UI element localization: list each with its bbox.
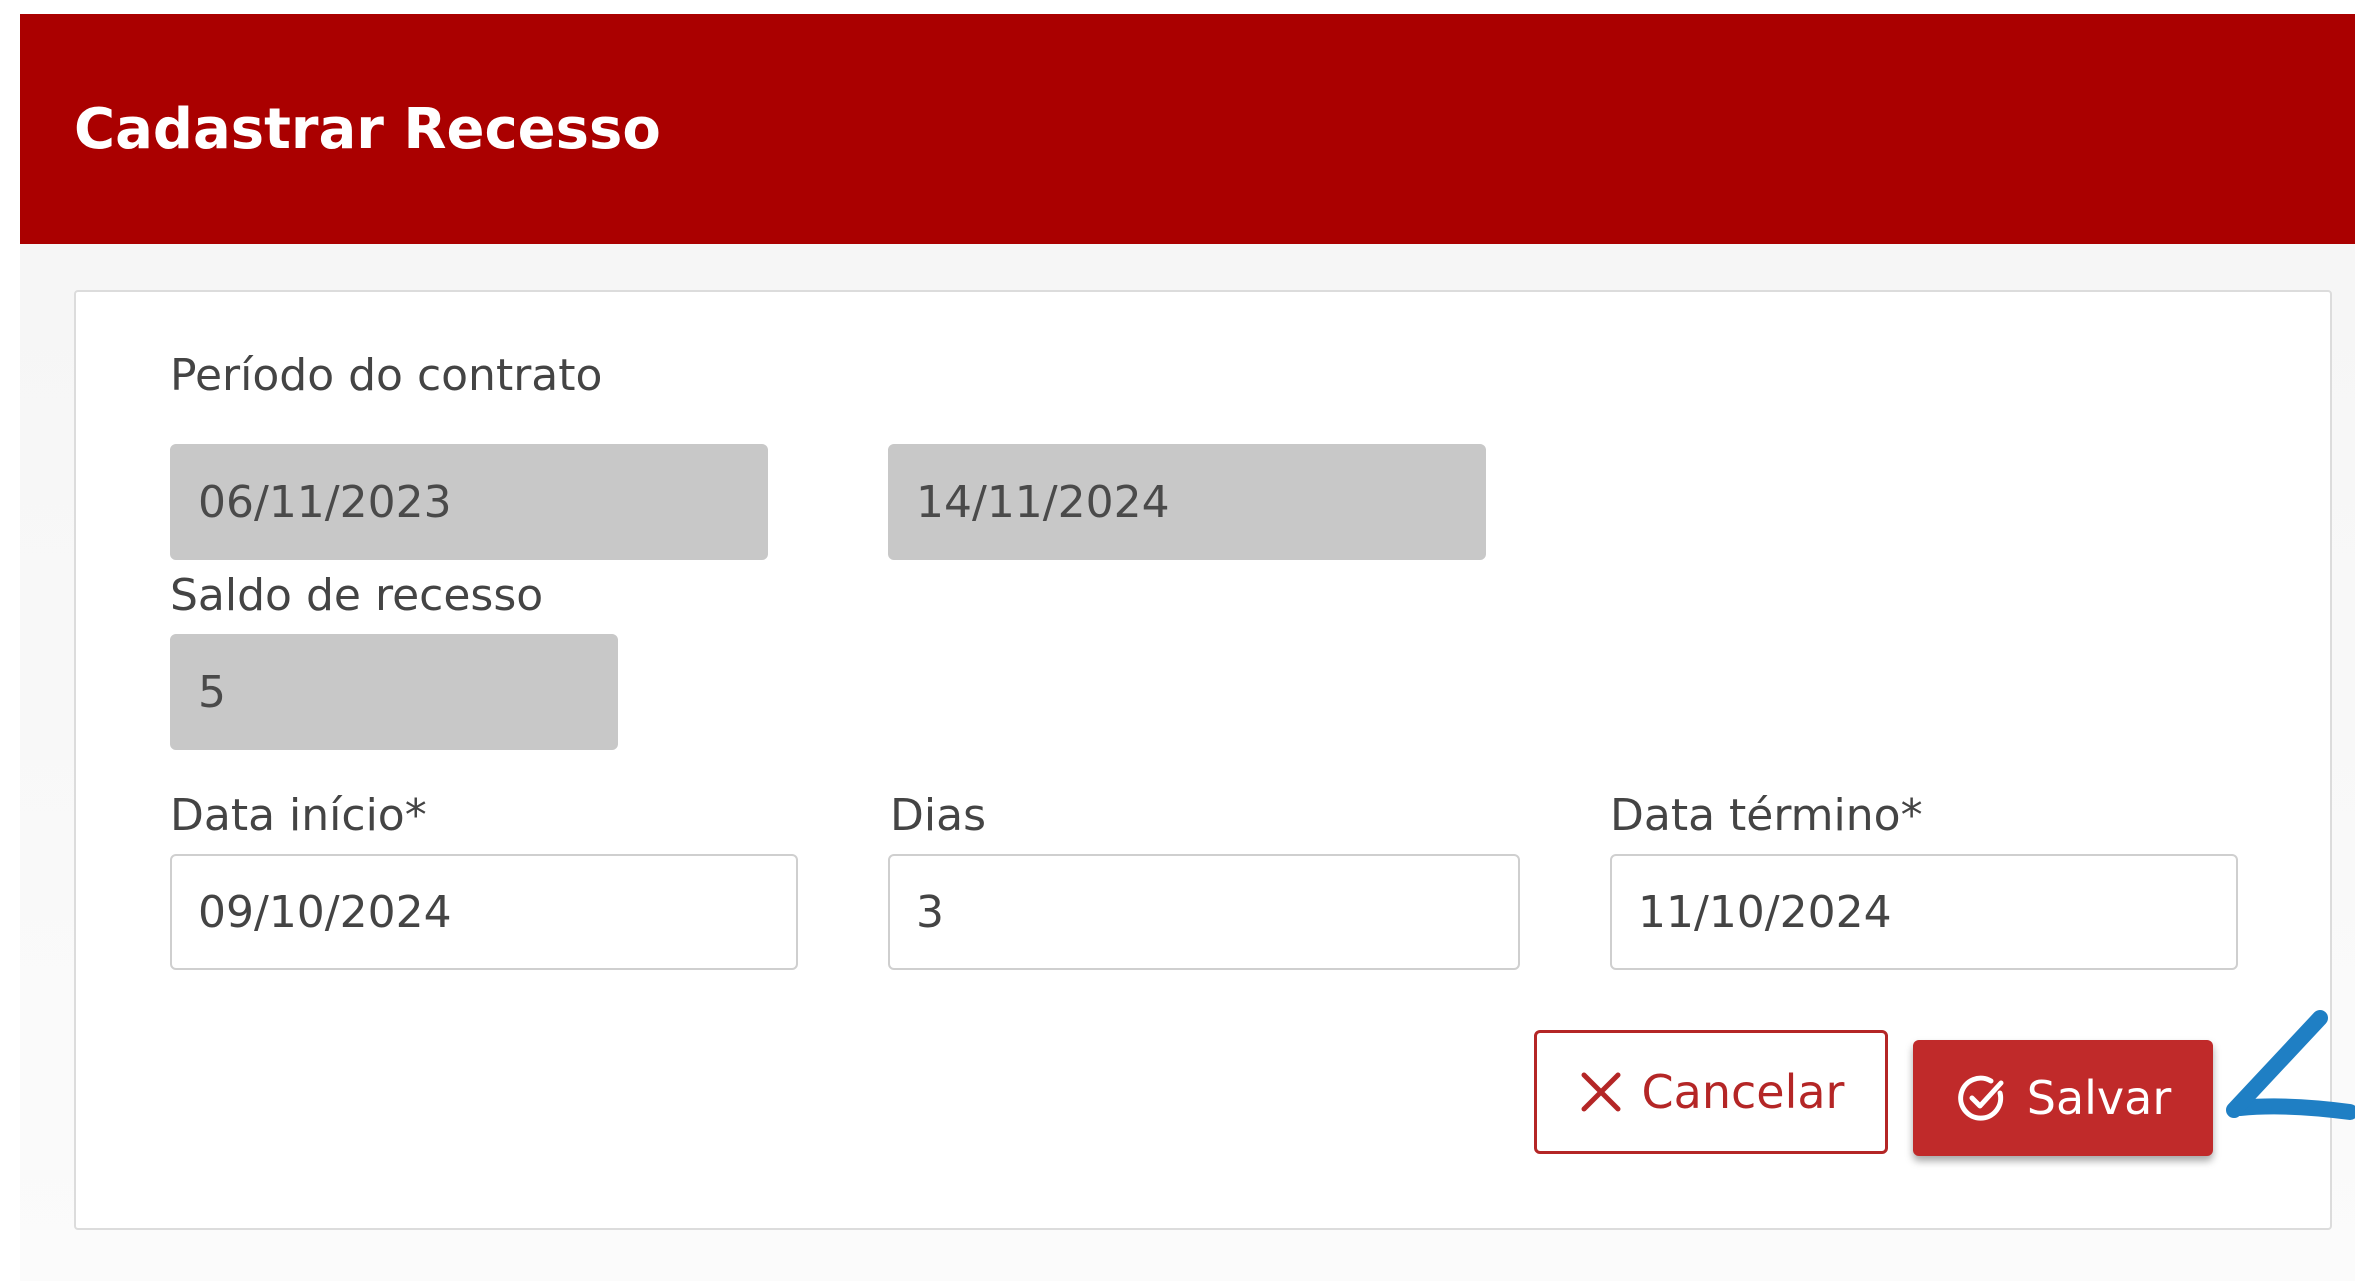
cancel-button-label: Cancelar: [1641, 1065, 1845, 1119]
days-input[interactable]: 3: [888, 854, 1520, 970]
save-button-label: Salvar: [2026, 1071, 2172, 1125]
close-icon: [1578, 1069, 1624, 1115]
start-date-label: Data início*: [170, 790, 427, 841]
check-circle-icon: [1955, 1071, 2009, 1125]
save-button[interactable]: Salvar: [1913, 1040, 2213, 1156]
cancel-button[interactable]: Cancelar: [1534, 1030, 1888, 1154]
page-header: Cadastrar Recesso: [20, 14, 2355, 244]
recess-balance-label: Saldo de recesso: [170, 570, 544, 621]
recess-balance-field: 5: [170, 634, 618, 750]
contract-start-field: 06/11/2023: [170, 444, 768, 560]
contract-end-field: 14/11/2024: [888, 444, 1486, 560]
page-title: Cadastrar Recesso: [74, 96, 661, 162]
contract-period-label: Período do contrato: [170, 350, 603, 401]
start-date-input[interactable]: 09/10/2024: [170, 854, 798, 970]
days-label: Dias: [890, 790, 986, 841]
end-date-label: Data término*: [1610, 790, 1923, 841]
arrow-pointer-icon: [2226, 1010, 2355, 1120]
end-date-input[interactable]: 11/10/2024: [1610, 854, 2238, 970]
